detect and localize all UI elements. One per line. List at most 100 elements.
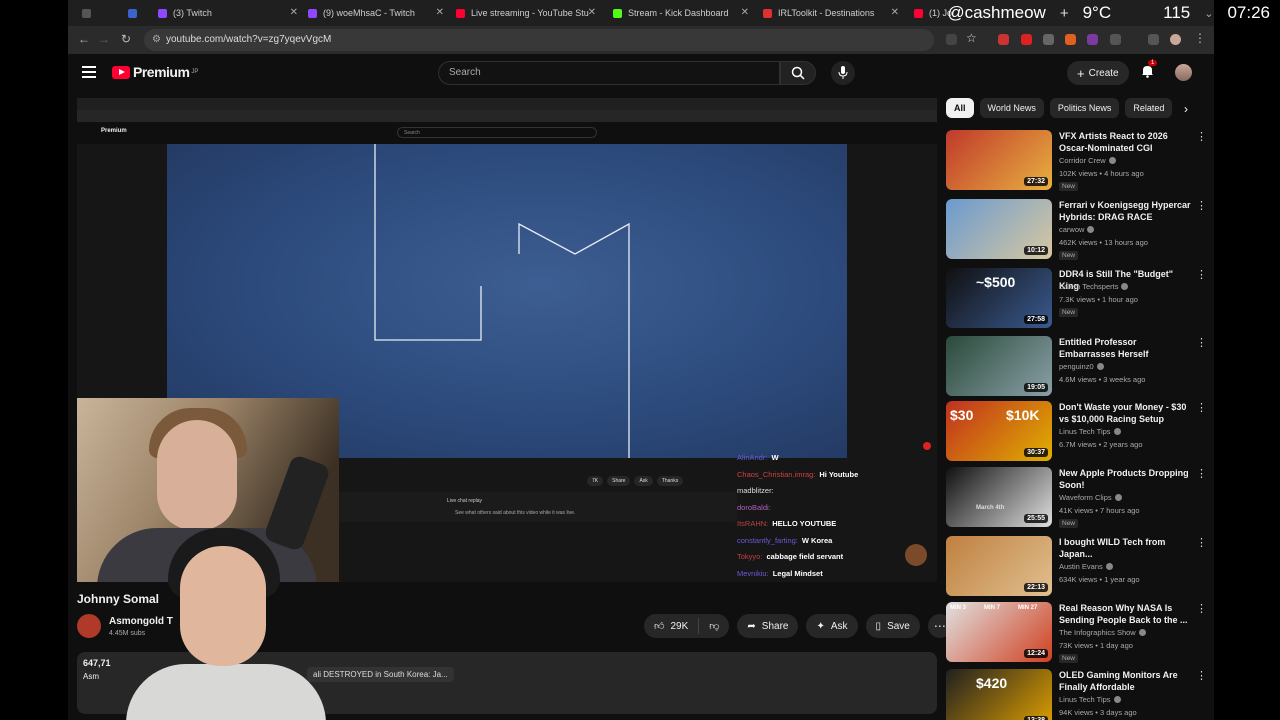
back-arrow-icon[interactable]: ←	[78, 32, 90, 46]
tab-list-chevron-icon[interactable]: ⌄	[1204, 7, 1213, 20]
video-thumbnail[interactable]: 27:32	[946, 130, 1052, 190]
nested-address-bar	[77, 110, 937, 122]
more-options-icon[interactable]: ⋮	[1196, 536, 1207, 549]
youtube-premium-logo[interactable]: Premium JP	[112, 64, 198, 80]
tab-youtube-studio[interactable]: Live streaming - YouTube Stu ✕	[456, 3, 596, 23]
new-tab-icon[interactable]: +	[1060, 5, 1069, 22]
more-options-icon[interactable]: ⋮	[1196, 602, 1207, 615]
video-actions: 👍︎ 29K 👎︎ ➦ Share ✦ Ask ▯ Save ⋯	[644, 614, 952, 638]
recommended-channel[interactable]: Corridor Crew	[1059, 156, 1116, 165]
more-options-icon[interactable]: ⋮	[1196, 467, 1207, 480]
recommended-title[interactable]: Entitled Professor Embarrasses Herself	[1059, 336, 1195, 360]
tab-kick-dashboard[interactable]: Stream - Kick Dashboard ✕	[613, 3, 749, 23]
recommended-channel[interactable]: Linus Tech Tips	[1059, 427, 1121, 436]
chip-all[interactable]: All	[946, 98, 974, 118]
tab-twitch-woemhsac[interactable]: (9) woeMhsaC - Twitch ✕	[308, 3, 444, 23]
recommended-channel[interactable]: Salem Techsperts	[1059, 282, 1129, 291]
close-tab-icon[interactable]: ✕	[741, 7, 749, 18]
tab-search-icon[interactable]	[1148, 34, 1159, 45]
youtube-studio-icon	[456, 8, 465, 18]
recommended-title[interactable]: Ferrari v Koenigsegg Hypercar Hybrids: D…	[1059, 199, 1195, 223]
video-thumbnail[interactable]: ~$500 27:58	[946, 268, 1052, 328]
recommended-video[interactable]: March 4th 25:55 New Apple Products Droppin…	[946, 467, 1208, 533]
recommended-channel[interactable]: The Infographics Show	[1059, 628, 1146, 637]
site-info-icon[interactable]: ⚙	[152, 29, 161, 51]
bookmark-star-icon[interactable]: ☆	[966, 31, 977, 45]
ask-button[interactable]: ✦ Ask	[806, 614, 858, 638]
dislike-button[interactable]: 👎︎	[699, 620, 729, 632]
video-thumbnail[interactable]: $30 $10K 30:37	[946, 401, 1052, 461]
recommended-title[interactable]: Real Reason Why NASA Is Sending People B…	[1059, 602, 1195, 626]
recommended-title[interactable]: I bought WILD Tech from Japan...	[1059, 536, 1195, 560]
recommended-video[interactable]: 10:12 Ferrari v Koenigsegg Hypercar Hybri…	[946, 199, 1208, 265]
chip-politics-news[interactable]: Politics News	[1049, 98, 1120, 118]
save-button[interactable]: ▯ Save	[865, 614, 920, 638]
recommended-video[interactable]: 27:32 VFX Artists React to 2026 Oscar-Nom…	[946, 130, 1208, 196]
chip-world-news[interactable]: World News	[979, 98, 1044, 118]
extension-icon[interactable]	[1021, 34, 1032, 45]
stream-chat-overlay: AlinAndr: W Chaos_Christian.imrag: Hi Yout…	[737, 450, 927, 582]
recommended-channel[interactable]: Austin Evans	[1059, 562, 1113, 571]
share-button[interactable]: ➦ Share	[737, 614, 799, 638]
recommended-video[interactable]: $30 $10K 30:37 Don't Waste your Money - $30…	[946, 401, 1208, 467]
video-thumbnail[interactable]: MIN 3 MIN 7 MIN 27 12:24	[946, 602, 1052, 662]
kebab-menu-icon[interactable]: ⋮	[1194, 31, 1206, 45]
account-avatar[interactable]	[1175, 64, 1192, 81]
recommended-title[interactable]: VFX Artists React to 2026 Oscar-Nominate…	[1059, 130, 1195, 154]
video-thumbnail[interactable]: March 4th 25:55	[946, 467, 1052, 527]
chevron-right-icon[interactable]: ›	[1184, 102, 1188, 116]
forward-arrow-icon[interactable]: →	[98, 32, 110, 46]
close-tab-icon[interactable]: ✕	[290, 7, 298, 18]
close-tab-icon[interactable]: ✕	[588, 7, 596, 18]
create-button[interactable]: + Create	[1067, 61, 1129, 85]
notifications-button[interactable]: 1	[1141, 60, 1158, 83]
extension-icon[interactable]	[1043, 34, 1054, 45]
profile-avatar[interactable]	[1170, 34, 1181, 45]
tab-pinned[interactable]	[128, 3, 148, 23]
recommended-video[interactable]: MIN 3 MIN 7 MIN 27 12:24 Real Reason Why NAS…	[946, 602, 1208, 668]
address-bar[interactable]: ⚙ youtube.com/watch?v=zg7yqevVgcM	[144, 29, 934, 51]
recommended-channel[interactable]: penguinz0	[1059, 362, 1104, 371]
more-options-icon[interactable]: ⋮	[1196, 199, 1207, 212]
extension-icon[interactable]	[1087, 34, 1098, 45]
channel-avatar[interactable]	[77, 614, 101, 638]
recommended-video[interactable]: 22:13 I bought WILD Tech from Japan... Aus…	[946, 536, 1208, 602]
more-options-icon[interactable]: ⋮	[1196, 130, 1207, 143]
recommended-title[interactable]: New Apple Products Dropping Soon!	[1059, 467, 1195, 491]
recommended-video[interactable]: 19:05 Entitled Professor Embarrasses Hers…	[946, 336, 1208, 402]
recommended-video[interactable]: $420 13:38 OLED Gaming Monitors Are Finall…	[946, 669, 1208, 720]
video-thumbnail[interactable]: $420 13:38	[946, 669, 1052, 720]
close-tab-icon[interactable]: ✕	[436, 7, 444, 18]
extension-icon[interactable]	[998, 34, 1009, 45]
more-options-icon[interactable]: ⋮	[1196, 401, 1207, 414]
video-thumbnail[interactable]: 22:13	[946, 536, 1052, 596]
recommended-channel[interactable]: carwow	[1059, 225, 1095, 234]
like-button[interactable]: 👍︎ 29K	[644, 618, 700, 634]
recommended-title[interactable]: OLED Gaming Monitors Are Finally Afforda…	[1059, 669, 1195, 693]
video-duration: 27:32	[1024, 177, 1048, 186]
reload-icon[interactable]: ↻	[121, 32, 131, 46]
more-options-icon[interactable]: ⋮	[1196, 268, 1207, 281]
chip-related[interactable]: Related	[1125, 98, 1173, 118]
cast-icon[interactable]	[946, 34, 957, 45]
extensions-puzzle-icon[interactable]	[1110, 34, 1121, 45]
tab-sidebar-icon[interactable]	[82, 3, 102, 23]
video-player[interactable]: Premium Search 7K Share Ask Thanks Live …	[77, 98, 937, 582]
video-thumbnail[interactable]: 10:12	[946, 199, 1052, 259]
search-input[interactable]: Search	[438, 61, 780, 85]
recommended-title[interactable]: Don't Waste your Money - $30 vs $10,000 …	[1059, 401, 1195, 425]
guide-menu-icon[interactable]	[82, 66, 96, 81]
search-button[interactable]	[780, 61, 816, 85]
tab-twitch[interactable]: (3) Twitch ✕	[158, 3, 298, 23]
voice-search-button[interactable]	[831, 61, 855, 85]
more-options-icon[interactable]: ⋮	[1196, 669, 1207, 682]
recommended-channel[interactable]: Linus Tech Tips	[1059, 695, 1121, 704]
temperature: 9°C	[1082, 3, 1112, 22]
recommended-channel[interactable]: Waveform Clips	[1059, 493, 1122, 502]
close-tab-icon[interactable]: ✕	[891, 7, 899, 18]
tab-irltoolkit[interactable]: IRLToolkit - Destinations ✕	[763, 3, 899, 23]
video-thumbnail[interactable]: 19:05	[946, 336, 1052, 396]
extension-icon[interactable]	[1065, 34, 1076, 45]
recommended-video[interactable]: ~$500 27:58 DDR4 is Still The "Budget" Kin…	[946, 268, 1208, 334]
more-options-icon[interactable]: ⋮	[1196, 336, 1207, 349]
